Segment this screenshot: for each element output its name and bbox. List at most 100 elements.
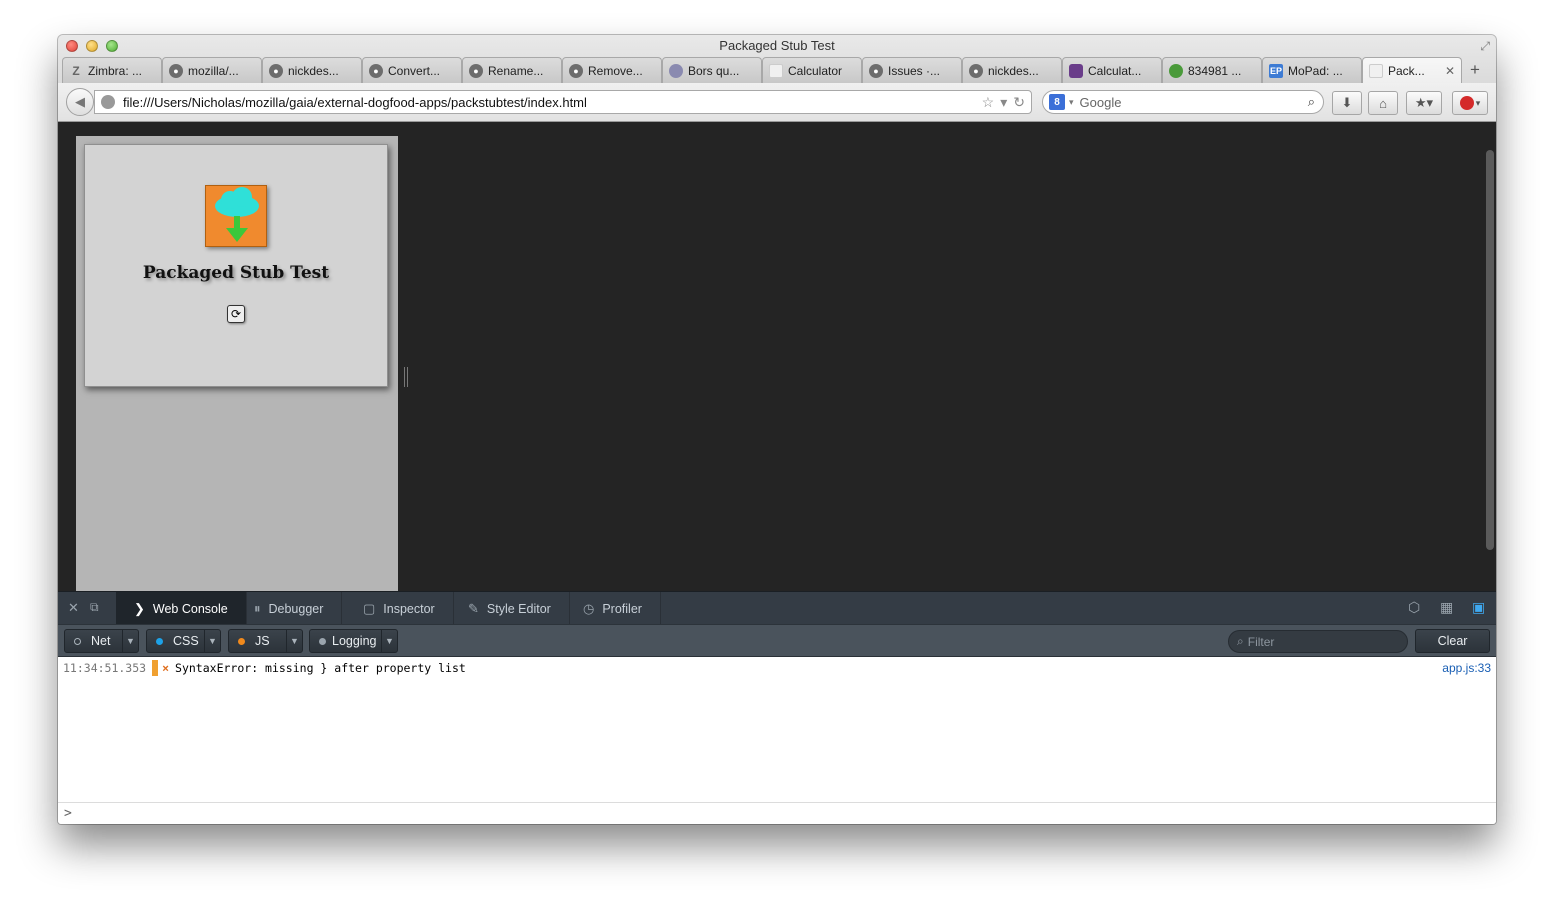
url-text: file:///Users/Nicholas/mozilla/gaia/exte… [123,94,587,110]
filter-js-button[interactable]: JS ▼ [228,629,303,653]
browser-tab[interactable]: ● Remove... [562,57,662,83]
search-engine-dropdown-icon[interactable]: ▾ [1069,97,1074,108]
browser-tab[interactable]: ● Rename... [462,57,562,83]
google-icon: 8 [1049,94,1065,110]
browser-tab[interactable]: ● mozilla/... [162,57,262,83]
filter-input[interactable]: ⌕ Filter [1228,630,1408,653]
inspector-icon: ▢ [363,600,376,616]
error-icon: × [162,661,170,675]
url-bar[interactable]: file:///Users/Nicholas/mozilla/gaia/exte… [94,90,1032,114]
browser-tab[interactable]: ● Issues ·... [862,57,962,83]
filter-logging-button[interactable]: Logging ▼ [309,629,398,653]
adblock-icon [1459,96,1474,110]
filter-placeholder: Filter [1247,634,1275,649]
calculator-icon [1069,63,1083,78]
tab-label: mozilla/... [188,63,239,78]
globe-icon [101,95,115,109]
tab-label: Remove... [588,63,643,78]
browser-tab[interactable]: ● Convert... [362,57,462,83]
cloud-download-icon[interactable] [205,185,267,247]
etherpad-icon: EP [1269,63,1283,78]
search-icon: ⌕ [1237,634,1244,648]
bookmark-star-icon[interactable]: ☆ [982,94,995,111]
app-card: Packaged Stub Test ⟳ [84,144,388,387]
browser-tab[interactable]: ● nickdes... [962,57,1062,83]
tab-style-editor[interactable]: ✎ Style Editor [450,592,570,625]
browser-window: Packaged Stub Test ⤢ Z Zimbra: ... ● mozil… [58,35,1496,824]
github-icon: ● [469,63,483,78]
scratchpad-icon[interactable]: ▣ [1472,599,1485,616]
tab-label: Profiler [602,601,642,616]
bookmarks-menu-button[interactable]: ★▾ [1406,91,1442,115]
message-location-link[interactable]: app.js:33 [1442,661,1491,675]
fullscreen-icon[interactable]: ⤢ [1480,39,1490,54]
devtools-toolbar: ✕ ⧉ ❯ Web Console ⏸ Debugger ▢ Inspector ✎ S… [58,591,1496,625]
console-output: 11:34:51.353 × SyntaxError: missing } af… [58,657,1496,802]
browser-tab[interactable]: EP MoPad: ... [1262,57,1362,83]
tab-label: Issues ·... [888,63,941,78]
downloads-button[interactable]: ⬇ [1332,91,1362,115]
search-icon[interactable]: ⌕ [1308,94,1315,110]
chevron-down-icon[interactable]: ▼ [204,630,220,652]
content-scrollbar[interactable] [1486,150,1494,550]
new-tab-button[interactable]: + [1462,57,1488,83]
chevron-down-icon[interactable]: ▼ [286,630,302,652]
filter-css-button[interactable]: CSS ▼ [146,629,221,653]
chevron-down-icon[interactable]: ▼ [122,630,138,652]
tab-web-console[interactable]: ❯ Web Console [116,592,247,625]
browser-tab-active[interactable]: Pack... ✕ [1362,57,1462,83]
filter-label: CSS [173,634,199,648]
filter-label: JS [255,634,270,648]
pause-icon: ⏸ [254,600,261,616]
tab-debugger[interactable]: ⏸ Debugger [236,592,343,625]
tab-label: Web Console [152,601,228,616]
close-tab-icon[interactable]: ✕ [1445,64,1455,78]
tab-profiler[interactable]: ◷ Profiler [565,592,661,625]
filter-net-button[interactable]: Net ▼ [64,629,139,653]
close-devtools-icon[interactable]: ✕ [68,600,79,616]
chevron-down-icon[interactable]: ▼ [381,630,397,652]
browser-tab[interactable]: ● nickdes... [262,57,362,83]
bug-icon [1169,63,1183,78]
home-button[interactable]: ⌂ [1368,91,1398,115]
browser-tab[interactable]: Calculator [762,57,862,83]
message-timestamp: 11:34:51.353 [63,661,147,675]
css-status-dot [156,637,163,645]
console-filter-bar: Net ▼ CSS ▼ JS ▼ Logging ▼ ⌕ Filter Clear [58,624,1496,657]
net-status-dot [74,637,81,645]
tab-label: Convert... [388,63,441,78]
tab-inspector[interactable]: ▢ Inspector [345,592,454,625]
github-icon: ● [169,63,183,78]
browser-tab[interactable]: Bors qu... [662,57,762,83]
search-bar[interactable]: 8 ▾ Google ⌕ [1042,90,1324,114]
search-placeholder: Google [1079,94,1122,110]
github-icon: ● [369,63,383,78]
history-dropdown-icon[interactable]: ▾ [1000,94,1007,111]
console-input[interactable]: > [58,802,1496,824]
prompt-icon: > [64,806,72,821]
browser-tab[interactable]: Calculat... [1062,57,1162,83]
js-category-marker [152,660,159,676]
reload-icon[interactable]: ↻ [1013,94,1025,111]
responsive-mode-icon[interactable]: ▦ [1440,599,1453,616]
back-button[interactable]: ◀ [66,88,94,116]
clear-button[interactable]: Clear [1415,629,1490,653]
3d-view-icon[interactable]: ⬡ [1408,599,1420,616]
refresh-icon[interactable]: ⟳ [227,305,245,323]
device-frame: Packaged Stub Test ⟳ [76,136,398,592]
window-title: Packaged Stub Test [719,38,835,53]
navigation-bar: ◀ file:///Users/Nicholas/mozilla/gaia/ex… [58,83,1496,121]
tab-strip: Z Zimbra: ... ● mozilla/... ● nickdes... ● C… [62,57,1488,83]
tab-label: Inspector [383,601,435,616]
undock-icon[interactable]: ⧉ [90,600,99,615]
browser-tab[interactable]: Z Zimbra: ... [62,57,162,83]
browser-tab[interactable]: 834981 ... [1162,57,1262,83]
github-icon: ● [969,63,983,78]
logging-status-dot [319,637,326,645]
console-message: 11:34:51.353 × SyntaxError: missing } af… [63,659,1491,677]
page-content: Packaged Stub Test ⟳ [58,122,1496,592]
bors-icon [669,63,683,78]
adblock-button[interactable]: ▾ [1452,91,1488,115]
tab-label: Rename... [488,63,544,78]
resize-handle[interactable] [404,367,408,387]
